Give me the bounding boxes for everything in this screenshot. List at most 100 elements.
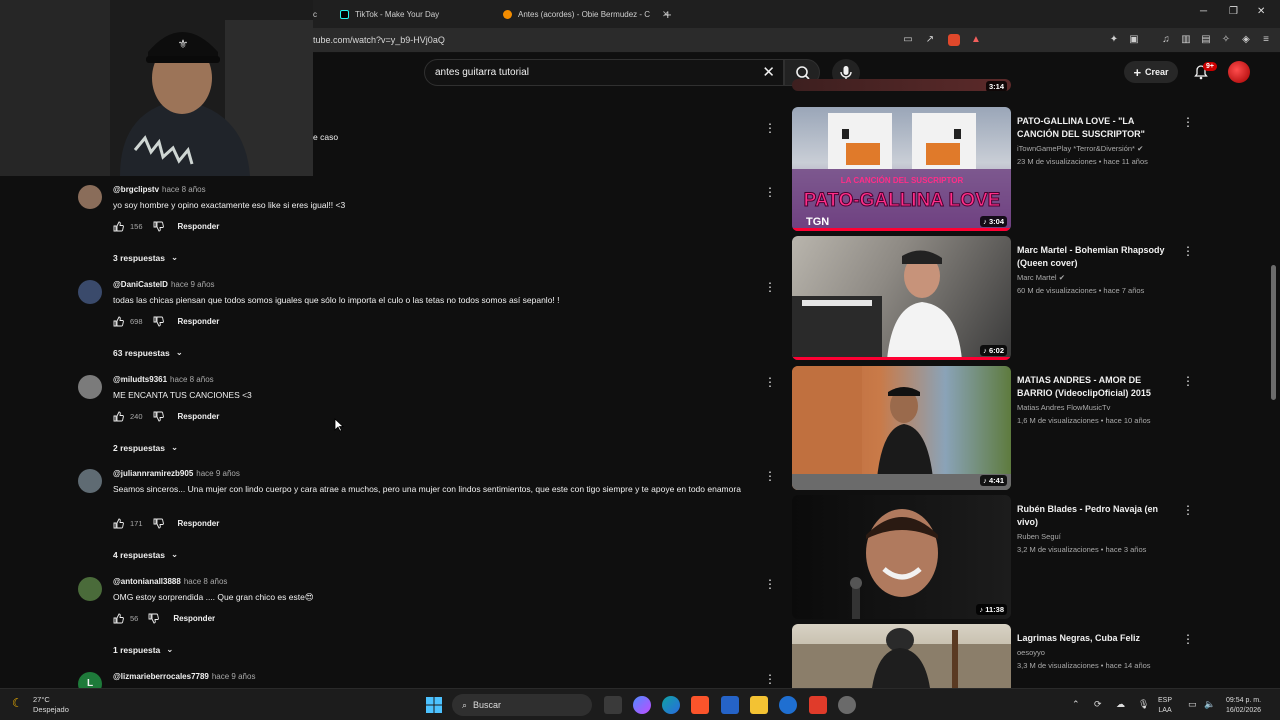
replies-toggle[interactable]: 63 respuestas ⌄ [113, 347, 183, 358]
video-thumbnail[interactable] [792, 624, 1011, 688]
replies-toggle[interactable]: 1 respuesta ⌄ [113, 644, 173, 655]
like-icon[interactable] [113, 613, 124, 624]
channel-name[interactable]: oesoyyo [1017, 648, 1045, 657]
onedrive-icon[interactable]: ☁ [1116, 699, 1125, 709]
screenshot-icon[interactable]: ▣ [1128, 34, 1140, 46]
channel-name[interactable]: iTownGamePlay *Terror&Diversión* ✔ [1017, 144, 1143, 153]
new-tab-button[interactable]: + [664, 4, 672, 24]
avatar[interactable] [78, 469, 102, 493]
page-scrollbar[interactable] [1271, 265, 1276, 400]
video-title[interactable]: Marc Martel - Bohemian Rhapsody (Queen c… [1017, 244, 1177, 270]
start-button[interactable] [425, 696, 443, 714]
tab-tiktok[interactable]: TikTok - Make Your Day [340, 4, 439, 24]
channel-name[interactable]: Marc Martel ✔ [1017, 273, 1065, 282]
tab-cifraclub[interactable]: Antes (acordes) - Obie Bermudez - C ✕ [503, 4, 670, 24]
wallet-icon[interactable]: ▤ [1200, 34, 1212, 46]
dislike-icon[interactable] [153, 221, 164, 232]
comment-more-icon[interactable]: ⋮ [764, 121, 776, 135]
video-title[interactable]: Rubén Blades - Pedro Navaja (en vivo) [1017, 503, 1177, 529]
like-icon[interactable] [113, 411, 124, 422]
comment-author[interactable]: @brgclipstv hace 8 años [113, 185, 206, 194]
video-more-icon[interactable]: ⋮ [1182, 503, 1194, 517]
search-input[interactable]: antes guitarra tutorial ✕ [424, 59, 784, 86]
chevron-up-icon[interactable]: ⌃ [1072, 699, 1080, 709]
reply-button[interactable]: Responder [178, 222, 220, 231]
like-icon[interactable] [113, 518, 124, 529]
brave-rewards-icon[interactable]: ▲ [970, 34, 982, 46]
copilot-icon[interactable] [633, 696, 651, 714]
comment-more-icon[interactable]: ⋮ [764, 577, 776, 591]
comment-more-icon[interactable]: ⋮ [764, 375, 776, 389]
minimize-icon[interactable]: ─ [1200, 6, 1207, 17]
clear-search-icon[interactable]: ✕ [762, 63, 775, 81]
extensions-icon[interactable]: ✦ [1108, 34, 1120, 46]
avatar[interactable] [78, 375, 102, 399]
close-window-icon[interactable]: ✕ [1257, 6, 1265, 17]
reply-button[interactable]: Responder [178, 519, 220, 528]
brave-shield-icon[interactable] [948, 34, 960, 46]
video-title[interactable]: Lagrimas Negras, Cuba Feliz [1017, 632, 1177, 645]
like-icon[interactable] [113, 221, 124, 232]
dislike-icon[interactable] [148, 613, 160, 624]
display-icon[interactable]: ▭ [1188, 699, 1197, 709]
video-thumbnail[interactable]: ♪ 4:41 [792, 366, 1011, 490]
task-view-icon[interactable] [604, 696, 622, 714]
comment-author[interactable]: @antonianall3888 hace 8 años [113, 577, 227, 586]
user-avatar[interactable] [1228, 61, 1250, 83]
dislike-icon[interactable] [153, 518, 164, 529]
dislike-icon[interactable] [153, 316, 164, 327]
share-icon[interactable]: ↗ [924, 34, 936, 46]
maximize-icon[interactable]: ❐ [1229, 6, 1238, 17]
video-thumbnail[interactable]: 3:14 [792, 79, 1011, 91]
menu-icon[interactable]: ≡ [1260, 34, 1272, 46]
brave-icon[interactable] [691, 696, 709, 714]
music-icon[interactable]: ♫ [1160, 34, 1172, 46]
video-thumbnail[interactable]: ♪ 6:02 [792, 236, 1011, 360]
reply-button[interactable]: Responder [173, 614, 215, 623]
recommended-video[interactable]: LA CANCIÓN DEL SUSCRIPTOR PATO-GALLINA L… [792, 107, 1212, 231]
replies-toggle[interactable]: 3 respuestas ⌄ [113, 252, 178, 263]
avatar[interactable] [78, 280, 102, 304]
dislike-icon[interactable] [153, 411, 164, 422]
store-icon[interactable] [721, 696, 739, 714]
channel-name[interactable]: Matias Andres FlowMusicTv [1017, 403, 1110, 412]
tab-partial[interactable]: c [313, 4, 317, 24]
volume-icon[interactable]: 🔈 [1204, 699, 1215, 709]
url-field[interactable]: tube.com/watch?v=y_b9-HVj0aQ [313, 35, 445, 45]
sidebar-icon[interactable]: ▥ [1180, 34, 1192, 46]
video-title[interactable]: MATIAS ANDRES - AMOR DE BARRIO (Videocli… [1017, 374, 1177, 400]
comment-author[interactable]: @DaniCastelD hace 9 años [113, 280, 215, 289]
app-icon[interactable] [779, 696, 797, 714]
video-thumbnail[interactable]: LA CANCIÓN DEL SUSCRIPTOR PATO-GALLINA L… [792, 107, 1011, 231]
comment-author[interactable]: @lizmarieberrocales7789 hace 9 años [113, 672, 255, 681]
like-icon[interactable] [113, 316, 124, 327]
comment-more-icon[interactable]: ⋮ [764, 469, 776, 483]
channel-name[interactable]: Ruben Seguí [1017, 532, 1061, 541]
vpn-icon[interactable]: ◈ [1240, 34, 1252, 46]
video-more-icon[interactable]: ⋮ [1182, 632, 1194, 646]
recommended-video[interactable]: ♪ 6:02 Marc Martel - Bohemian Rhapsody (… [792, 236, 1212, 360]
network-tray-icon[interactable]: ⟳ [1094, 699, 1102, 709]
replies-toggle[interactable]: 2 respuestas ⌄ [113, 442, 178, 453]
file-explorer-icon[interactable] [750, 696, 768, 714]
edge-icon[interactable] [662, 696, 680, 714]
mic-tray-icon[interactable]: 🎙 [1138, 699, 1149, 709]
comment-more-icon[interactable]: ⋮ [764, 672, 776, 686]
comment-more-icon[interactable]: ⋮ [764, 185, 776, 199]
comment-author[interactable]: @juliannramirezb905 hace 9 años [113, 469, 240, 478]
language-indicator[interactable]: ESP LAA [1158, 696, 1172, 716]
recommended-video[interactable]: ♪ 11:38 Rubén Blades - Pedro Navaja (en … [792, 495, 1212, 619]
avatar[interactable] [78, 185, 102, 209]
recommended-video[interactable]: Lagrimas Negras, Cuba Feliz oesoyyo 3,3 … [792, 624, 1212, 688]
comment-more-icon[interactable]: ⋮ [764, 280, 776, 294]
recommended-video[interactable]: 3:14 [792, 79, 1212, 91]
video-more-icon[interactable]: ⋮ [1182, 244, 1194, 258]
recommended-video[interactable]: ♪ 4:41 MATIAS ANDRES - AMOR DE BARRIO (V… [792, 366, 1212, 490]
comment-author[interactable]: @miludts9361 hace 8 años [113, 375, 214, 384]
leo-icon[interactable]: ✧ [1220, 34, 1232, 46]
video-thumbnail[interactable]: ♪ 11:38 [792, 495, 1011, 619]
clock[interactable]: 09:54 p. m. 16/02/2026 [1226, 696, 1261, 716]
recorder-icon[interactable] [809, 696, 827, 714]
taskbar-search[interactable]: ⌕ Buscar [452, 694, 592, 716]
obs-icon[interactable] [838, 696, 856, 714]
